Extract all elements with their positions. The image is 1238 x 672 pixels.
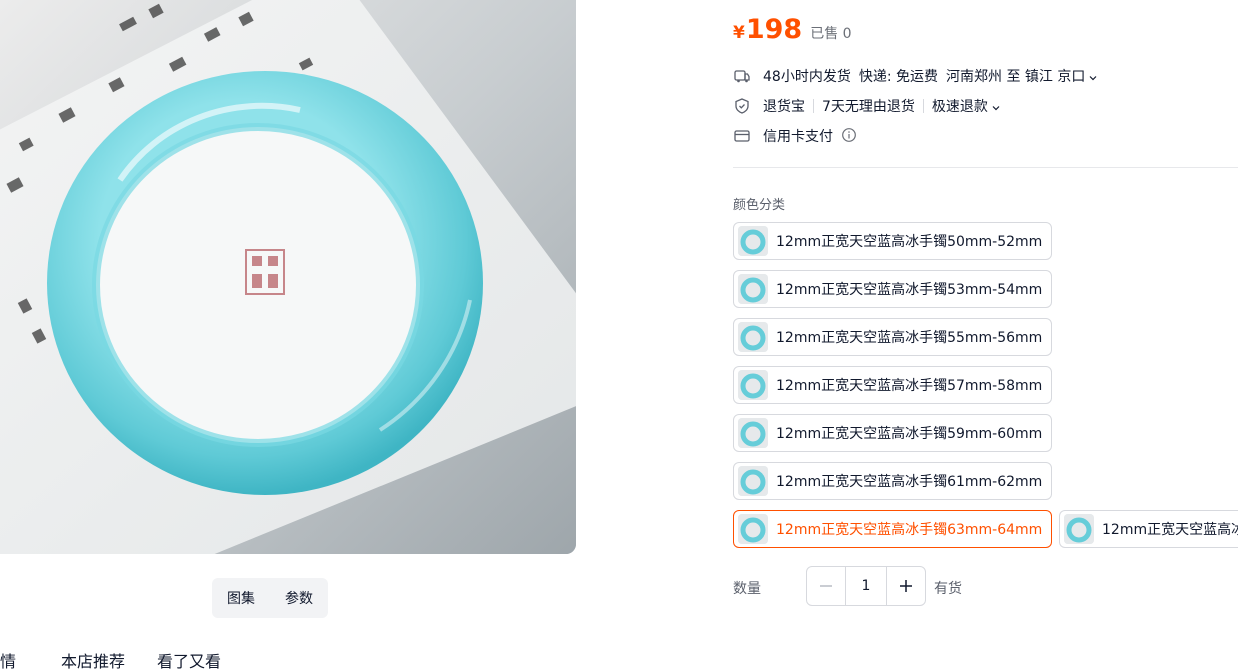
nav-store-recommend[interactable]: 本店推荐: [61, 648, 125, 672]
sku-option[interactable]: 12mm正宽天空蓝高冰手镯59mm-60mm: [733, 414, 1052, 452]
stock-status: 有货: [934, 581, 962, 597]
return-insurance: 退货宝: [763, 99, 805, 115]
tab-gallery[interactable]: 图集: [227, 588, 255, 608]
sku-option-label: 12mm正宽天空蓝高冰手镯53mm-54mm: [776, 282, 1043, 298]
decrement-button[interactable]: [807, 567, 845, 605]
price-value: 198: [745, 14, 803, 45]
dispatch-time: 48小时内发货: [763, 69, 851, 85]
sku-option-label: 12mm正宽天空蓝高冰手镯61mm-62mm: [776, 474, 1043, 490]
sku-label: 颜色分类: [733, 198, 786, 213]
bangle-thumbnail-icon: [738, 514, 768, 544]
bangle-thumbnail-icon: [738, 418, 768, 448]
bangle-thumbnail-icon: [738, 466, 768, 496]
shipping-row: 48小时内发货 快递: 免运费 河南郑州 至 镇江 京口: [733, 66, 1098, 86]
shipping-route[interactable]: 河南郑州 至 镇江 京口: [946, 66, 1085, 86]
bangle-thumbnail-icon: [738, 370, 768, 400]
divider: [813, 99, 814, 113]
bangle-thumbnail-icon: [1064, 514, 1094, 544]
sku-option-label: 12mm正宽天空蓝高冰手镯55mm-56mm: [776, 330, 1043, 346]
sku-option[interactable]: 12mm正宽天空蓝高冰手镯55mm-56mm: [733, 318, 1052, 356]
nav-details[interactable]: 详情: [0, 648, 16, 672]
fast-refund[interactable]: 极速退款: [932, 96, 988, 116]
sku-option-label: 12mm正宽天空蓝高冰手镯63mm-64mm: [776, 522, 1043, 538]
sold-count: 已售 0: [810, 26, 852, 42]
truck-icon: [733, 67, 751, 85]
price-symbol: ¥: [733, 23, 745, 43]
returns-row: 退货宝 7天无理由退货 极速退款: [733, 96, 1001, 116]
nav-also-viewed[interactable]: 看了又看: [157, 648, 221, 672]
sku-option[interactable]: 12mm正宽天空蓝高冰手镯57mm-58mm: [733, 366, 1052, 404]
quantity-input[interactable]: 1: [845, 567, 887, 605]
bangle-image: [0, 0, 576, 554]
payment-method: 信用卡支付: [763, 129, 833, 145]
bangle-thumbnail-icon: [738, 322, 768, 352]
sku-option[interactable]: 12mm正宽天空蓝高冰手镯65mm-66mm: [1059, 510, 1238, 548]
shield-icon: [733, 97, 751, 115]
sku-option-label: 12mm正宽天空蓝高冰手镯59mm-60mm: [776, 426, 1043, 442]
sku-option-label: 12mm正宽天空蓝高冰手镯50mm-52mm: [776, 234, 1043, 250]
divider: [922, 99, 924, 113]
sku-option-selected[interactable]: 12mm正宽天空蓝高冰手镯63mm-64mm: [733, 510, 1052, 548]
shipping-fee: 快递: 免运费: [858, 69, 938, 85]
increment-button[interactable]: [887, 567, 925, 605]
chevron-down-icon[interactable]: [1088, 71, 1098, 81]
minus-icon: [820, 585, 832, 587]
payment-row: 信用卡支付: [733, 126, 859, 146]
price-row: ¥ 198 已售 0: [733, 14, 852, 45]
bangle-thumbnail-icon: [738, 274, 768, 304]
return-policy: 7天无理由退货: [822, 99, 915, 115]
quantity-stepper: 1: [806, 566, 926, 606]
sku-option[interactable]: 12mm正宽天空蓝高冰手镯50mm-52mm: [733, 222, 1052, 260]
bangle-thumbnail-icon: [738, 226, 768, 256]
product-image[interactable]: [0, 0, 576, 554]
sku-option-label: 12mm正宽天空蓝高冰手镯57mm-58mm: [776, 378, 1043, 394]
sku-option[interactable]: 12mm正宽天空蓝高冰手镯53mm-54mm: [733, 270, 1052, 308]
plus-icon: [900, 580, 912, 592]
info-icon[interactable]: [841, 127, 859, 145]
sku-option[interactable]: 12mm正宽天空蓝高冰手镯61mm-62mm: [733, 462, 1052, 500]
credit-card-icon: [733, 127, 751, 145]
section-divider: [733, 167, 1238, 168]
tab-params[interactable]: 参数: [285, 588, 313, 608]
sku-option-label: 12mm正宽天空蓝高冰手镯65mm-66mm: [1102, 522, 1238, 538]
media-tabs: 图集 参数: [212, 578, 328, 618]
chevron-down-icon[interactable]: [991, 101, 1001, 111]
quantity-label: 数量: [733, 581, 761, 597]
